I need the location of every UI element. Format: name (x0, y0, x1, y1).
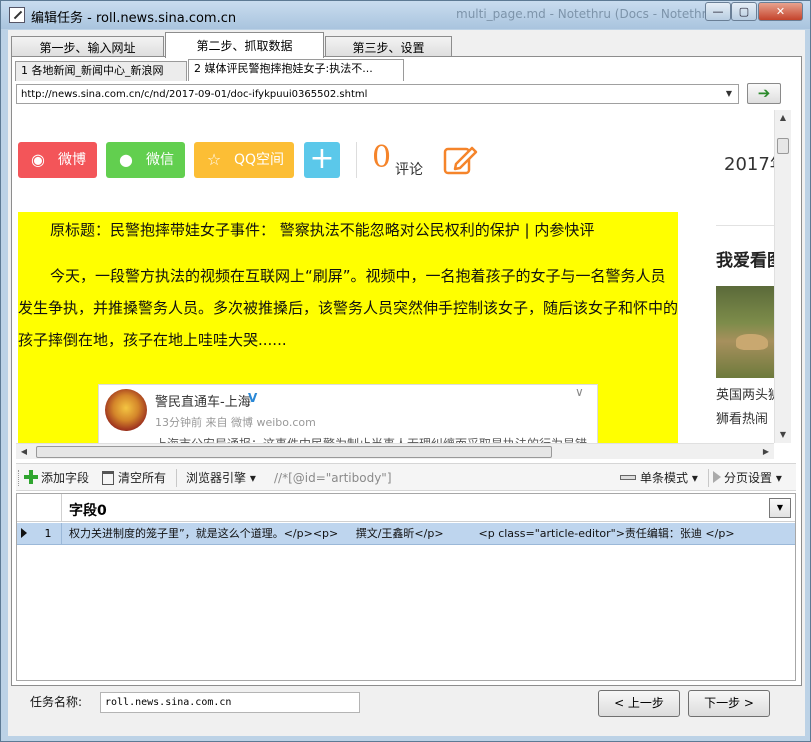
clear-all-button[interactable]: 清空所有 (102, 469, 166, 487)
chevron-down-icon: ▾ (775, 471, 782, 485)
horizontal-scroll-thumb[interactable] (36, 446, 552, 458)
grid-header: 字段0 ▼ (17, 494, 795, 522)
row-number: 1 (35, 523, 62, 545)
embed-account-name[interactable]: 警民直通车-上海 (155, 391, 251, 410)
url-input[interactable] (17, 85, 717, 103)
toolbar-grip[interactable] (18, 470, 20, 486)
share-divider (356, 142, 357, 178)
weibo-icon: ◉ (31, 150, 45, 169)
close-button[interactable]: ✕ (758, 2, 803, 21)
row-cell-field0[interactable]: 权力关进制度的笼子里”，就是这么个道理。</p><p> 撰文/王鑫昕</p> <… (69, 523, 793, 545)
footer-bar: 任务名称: < 上一步 下一步 > (8, 690, 805, 736)
verified-icon: V (248, 391, 258, 405)
star-icon: ☆ (206, 150, 222, 169)
comment-count[interactable]: 0 (372, 140, 391, 175)
share-weibo-label: 微博 (58, 152, 86, 168)
share-more-button[interactable]: + (304, 142, 340, 178)
article-paragraph-lead: 今天，一段警方执法的视频在互联网上“刷屏”。视频中，一名抱着孩子的女子与一名警务… (18, 267, 679, 349)
page-tab-2[interactable]: 2 媒体评民警抱摔抱娃女子:执法不... (188, 59, 404, 81)
column-header-field0[interactable]: 字段0 (69, 500, 107, 520)
column-dropdown-button[interactable]: ▼ (769, 498, 791, 518)
share-weibo-button[interactable]: ◉ 微博 (18, 142, 97, 178)
embed-post-text: 上海市公安局通报：这事件中民警为制止当事人无理纠缠而采取是执法的行为是错 (155, 435, 587, 443)
embed-meta: 13分钟前 来自 微博 weibo.com (155, 416, 316, 429)
edit-task-window: 编辑任务 - roll.news.sina.com.cn multi_page.… (0, 0, 811, 742)
scroll-right-icon[interactable]: ▶ (758, 444, 774, 460)
browser-vertical-scrollbar[interactable]: ▲ ▼ (774, 110, 791, 443)
window-title: 编辑任务 - roll.news.sina.com.cn (31, 11, 237, 26)
dialog-client-area: 第一步、输入网址 第二步、抓取数据 第三步、设置 1 各地新闻_新闻中心_新浪网… (8, 30, 805, 736)
trash-icon (102, 471, 114, 485)
sidebar-divider (716, 225, 776, 226)
edit-task-icon (9, 7, 25, 23)
go-button[interactable]: ➔ (747, 83, 781, 104)
article-body-highlight[interactable]: 原标题：民警抱摔带娃女子事件： 警察执法不能忽略对公民权利的保护 | 内参快评 … (18, 212, 678, 443)
tab-step1-enter-url[interactable]: 第一步、输入网址 (11, 36, 164, 58)
plus-icon (24, 470, 38, 484)
police-badge-avatar (105, 389, 147, 431)
share-weixin-button[interactable]: ● 微信 (106, 142, 185, 178)
toolbar-separator (176, 469, 177, 487)
step2-panel: 1 各地新闻_新闻中心_新浪网 2 媒体评民警抱摔抱娃女子:执法不... ▼ ➔… (11, 56, 802, 686)
scroll-down-icon[interactable]: ▼ (775, 427, 791, 443)
pagination-settings-dropdown[interactable]: 分页设置 ▾ (713, 469, 782, 487)
table-row[interactable]: 1 权力关进制度的笼子里”，就是这么个道理。</p><p> 撰文/王鑫昕</p>… (17, 523, 795, 545)
task-name-label: 任务名称: (30, 695, 83, 709)
browser-engine-label: 浏览器引擎 (186, 471, 247, 485)
minimize-button[interactable]: — (705, 2, 731, 21)
chevron-down-icon[interactable]: ∨ (575, 385, 584, 399)
browser-engine-dropdown[interactable]: 浏览器引擎 ▾ (186, 469, 256, 487)
pagination-icon (713, 471, 721, 483)
clear-all-label: 清空所有 (118, 471, 167, 485)
chevron-down-icon: ▾ (691, 471, 698, 485)
article-paragraph-title: 原标题：民警抱摔带娃女子事件： 警察执法不能忽略对公民权利的保护 | 内参快评 (50, 221, 595, 239)
scroll-left-icon[interactable]: ◀ (16, 444, 32, 460)
previous-step-button[interactable]: < 上一步 (598, 690, 680, 717)
vertical-scroll-thumb[interactable] (777, 138, 789, 154)
title-bar[interactable]: 编辑任务 - roll.news.sina.com.cn multi_page.… (1, 1, 810, 29)
row-indicator-icon (21, 528, 27, 538)
browser-horizontal-scrollbar[interactable]: ◀ ▶ (16, 443, 774, 459)
wechat-icon: ● (119, 150, 133, 169)
sidebar-caption-1[interactable]: 英国两头狮 (716, 384, 781, 403)
tab-step2-capture-data[interactable]: 第二步、抓取数据 (165, 32, 324, 58)
chevron-down-icon: ▾ (249, 471, 256, 485)
next-step-button[interactable]: 下一步 > (688, 690, 770, 717)
share-qzone-button[interactable]: ☆ QQ空间 (194, 142, 294, 178)
toolbar-separator (708, 469, 709, 487)
add-field-label: 添加字段 (41, 471, 90, 485)
maximize-button[interactable]: ▢ (731, 2, 757, 21)
list-mode-icon (620, 475, 636, 480)
embedded-browser[interactable]: ◉ 微博 ● 微信 ☆ QQ空间 + 0 评论 2017年 原标题：民警抱摔带娃… (16, 110, 792, 443)
sidebar-caption-2[interactable]: 狮看热闹 (716, 408, 768, 427)
grid-corner (17, 494, 62, 522)
field-toolbar: 添加字段 清空所有 浏览器引擎 ▾ //*[@id="artibody"] 单条… (16, 463, 796, 491)
pagination-label: 分页设置 (724, 471, 773, 485)
data-grid[interactable]: 字段0 ▼ 1 权力关进制度的笼子里”，就是这么个道理。</p><p> 撰文/王… (16, 493, 796, 681)
page-tab-1[interactable]: 1 各地新闻_新闻中心_新浪网 (15, 61, 187, 81)
share-weixin-label: 微信 (146, 152, 174, 168)
background-window-title: multi_page.md - Notethru (Docs - Notethr… (456, 7, 719, 21)
tab-step3-settings[interactable]: 第三步、设置 (325, 36, 452, 58)
task-name-input[interactable] (100, 692, 360, 713)
xpath-display: //*[@id="artibody"] (274, 471, 392, 485)
single-mode-dropdown[interactable]: 单条模式 ▾ (620, 469, 698, 487)
url-dropdown-icon[interactable]: ▼ (722, 86, 736, 102)
comment-label[interactable]: 评论 (395, 159, 423, 179)
scroll-up-icon[interactable]: ▲ (775, 110, 791, 126)
share-qzone-label: QQ空间 (234, 152, 285, 168)
add-field-button[interactable]: 添加字段 (24, 469, 89, 487)
edit-comment-icon[interactable] (442, 142, 478, 178)
url-combobox[interactable]: ▼ (16, 84, 739, 104)
single-mode-label: 单条模式 (640, 471, 689, 485)
lion-photo-thumbnail[interactable] (716, 286, 776, 378)
weibo-embed-card[interactable]: 警民直通车-上海 V ∨ 13分钟前 来自 微博 weibo.com 上海市公安… (98, 384, 598, 443)
